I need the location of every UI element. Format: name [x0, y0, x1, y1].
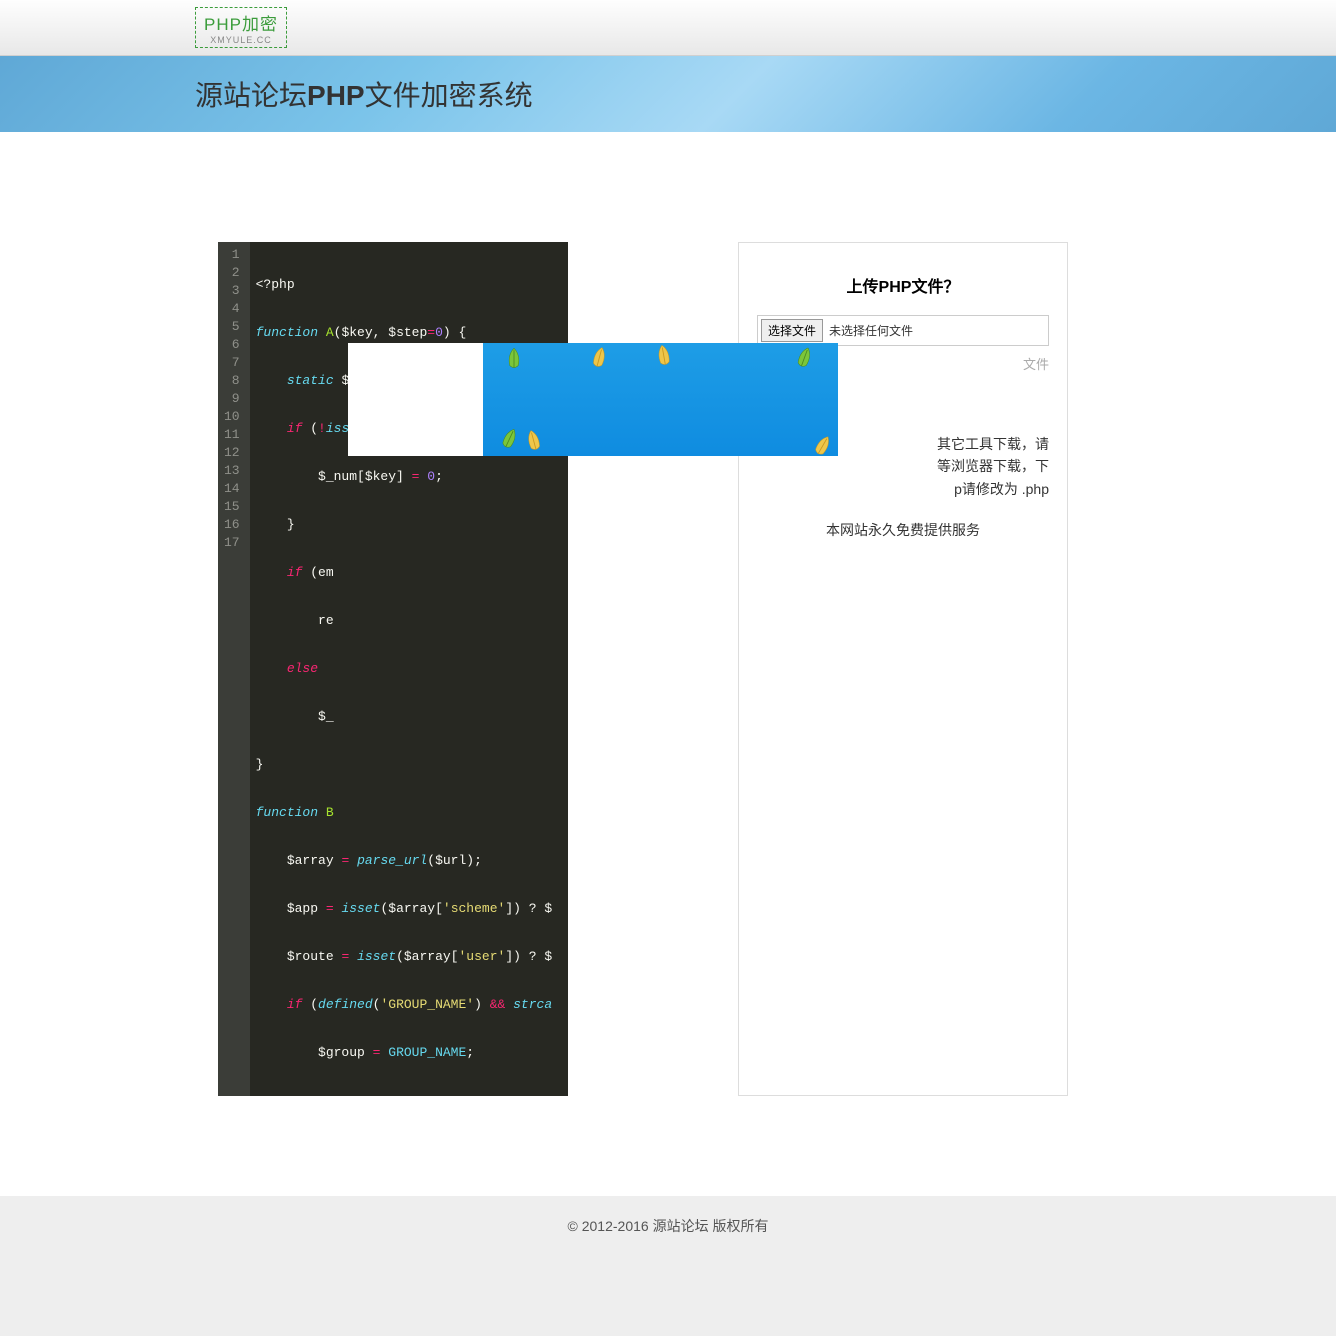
- file-status: 未选择任何文件: [829, 322, 913, 339]
- page-banner: 源站论坛PHP文件加密系统: [0, 56, 1336, 132]
- line-numbers: 1234567891011121314151617: [218, 242, 250, 1096]
- overlay-blue-area: [483, 343, 838, 456]
- choose-file-button[interactable]: 选择文件: [761, 319, 823, 342]
- free-service-text: 本网站永久免费提供服务: [757, 520, 1049, 540]
- logo-title: PHP加密: [204, 10, 278, 35]
- leaf-icon: [503, 346, 525, 374]
- leaf-icon: [520, 426, 548, 456]
- overlay-white-area: [348, 343, 483, 456]
- logo-subtitle: XMYULE.CC: [204, 35, 278, 45]
- leaf-icon: [493, 423, 525, 456]
- footer: © 2012-2016 源站论坛 版权所有: [0, 1196, 1336, 1336]
- leaf-icon: [585, 343, 613, 375]
- top-header: PHP加密 XMYULE.CC: [0, 0, 1336, 56]
- logo[interactable]: PHP加密 XMYULE.CC: [195, 7, 287, 48]
- content: 1234567891011121314151617 <?php function…: [218, 132, 1118, 1096]
- upload-title: 上传PHP文件？: [757, 273, 1049, 297]
- overlay-ad[interactable]: [348, 343, 838, 456]
- file-input[interactable]: 选择文件 未选择任何文件: [757, 315, 1049, 346]
- copyright-text: © 2012-2016 源站论坛 版权所有: [568, 1218, 769, 1234]
- leaf-icon: [789, 343, 819, 376]
- page-title: 源站论坛PHP文件加密系统: [195, 74, 533, 114]
- leaf-icon: [805, 429, 838, 456]
- leaf-icon: [651, 343, 678, 373]
